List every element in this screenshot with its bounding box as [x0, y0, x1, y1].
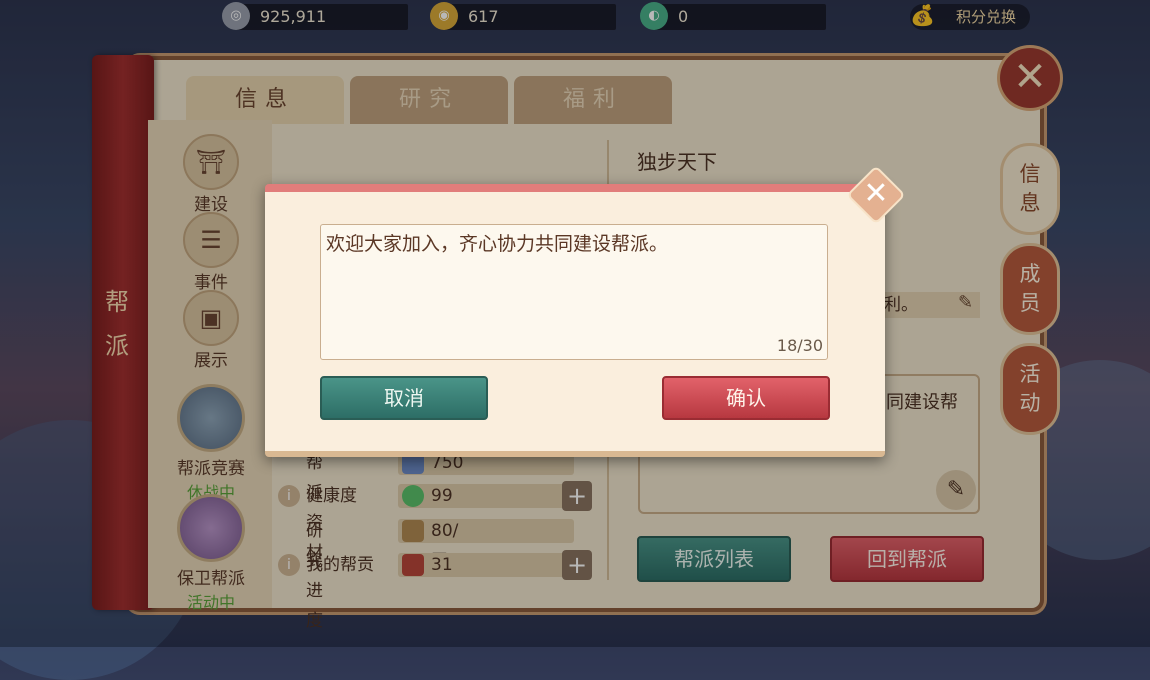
confirm-button[interactable]: 确认	[662, 376, 830, 420]
cancel-button[interactable]: 取消	[320, 376, 488, 420]
close-icon: ✕	[863, 176, 889, 211]
edit-announcement-dialog: 欢迎大家加入，齐心协力共同建设帮派。 18/30 取消 确认 ✕	[265, 165, 906, 457]
char-counter: 18/30	[776, 336, 823, 355]
announcement-input[interactable]: 欢迎大家加入，齐心协力共同建设帮派。 18/30	[320, 224, 828, 360]
